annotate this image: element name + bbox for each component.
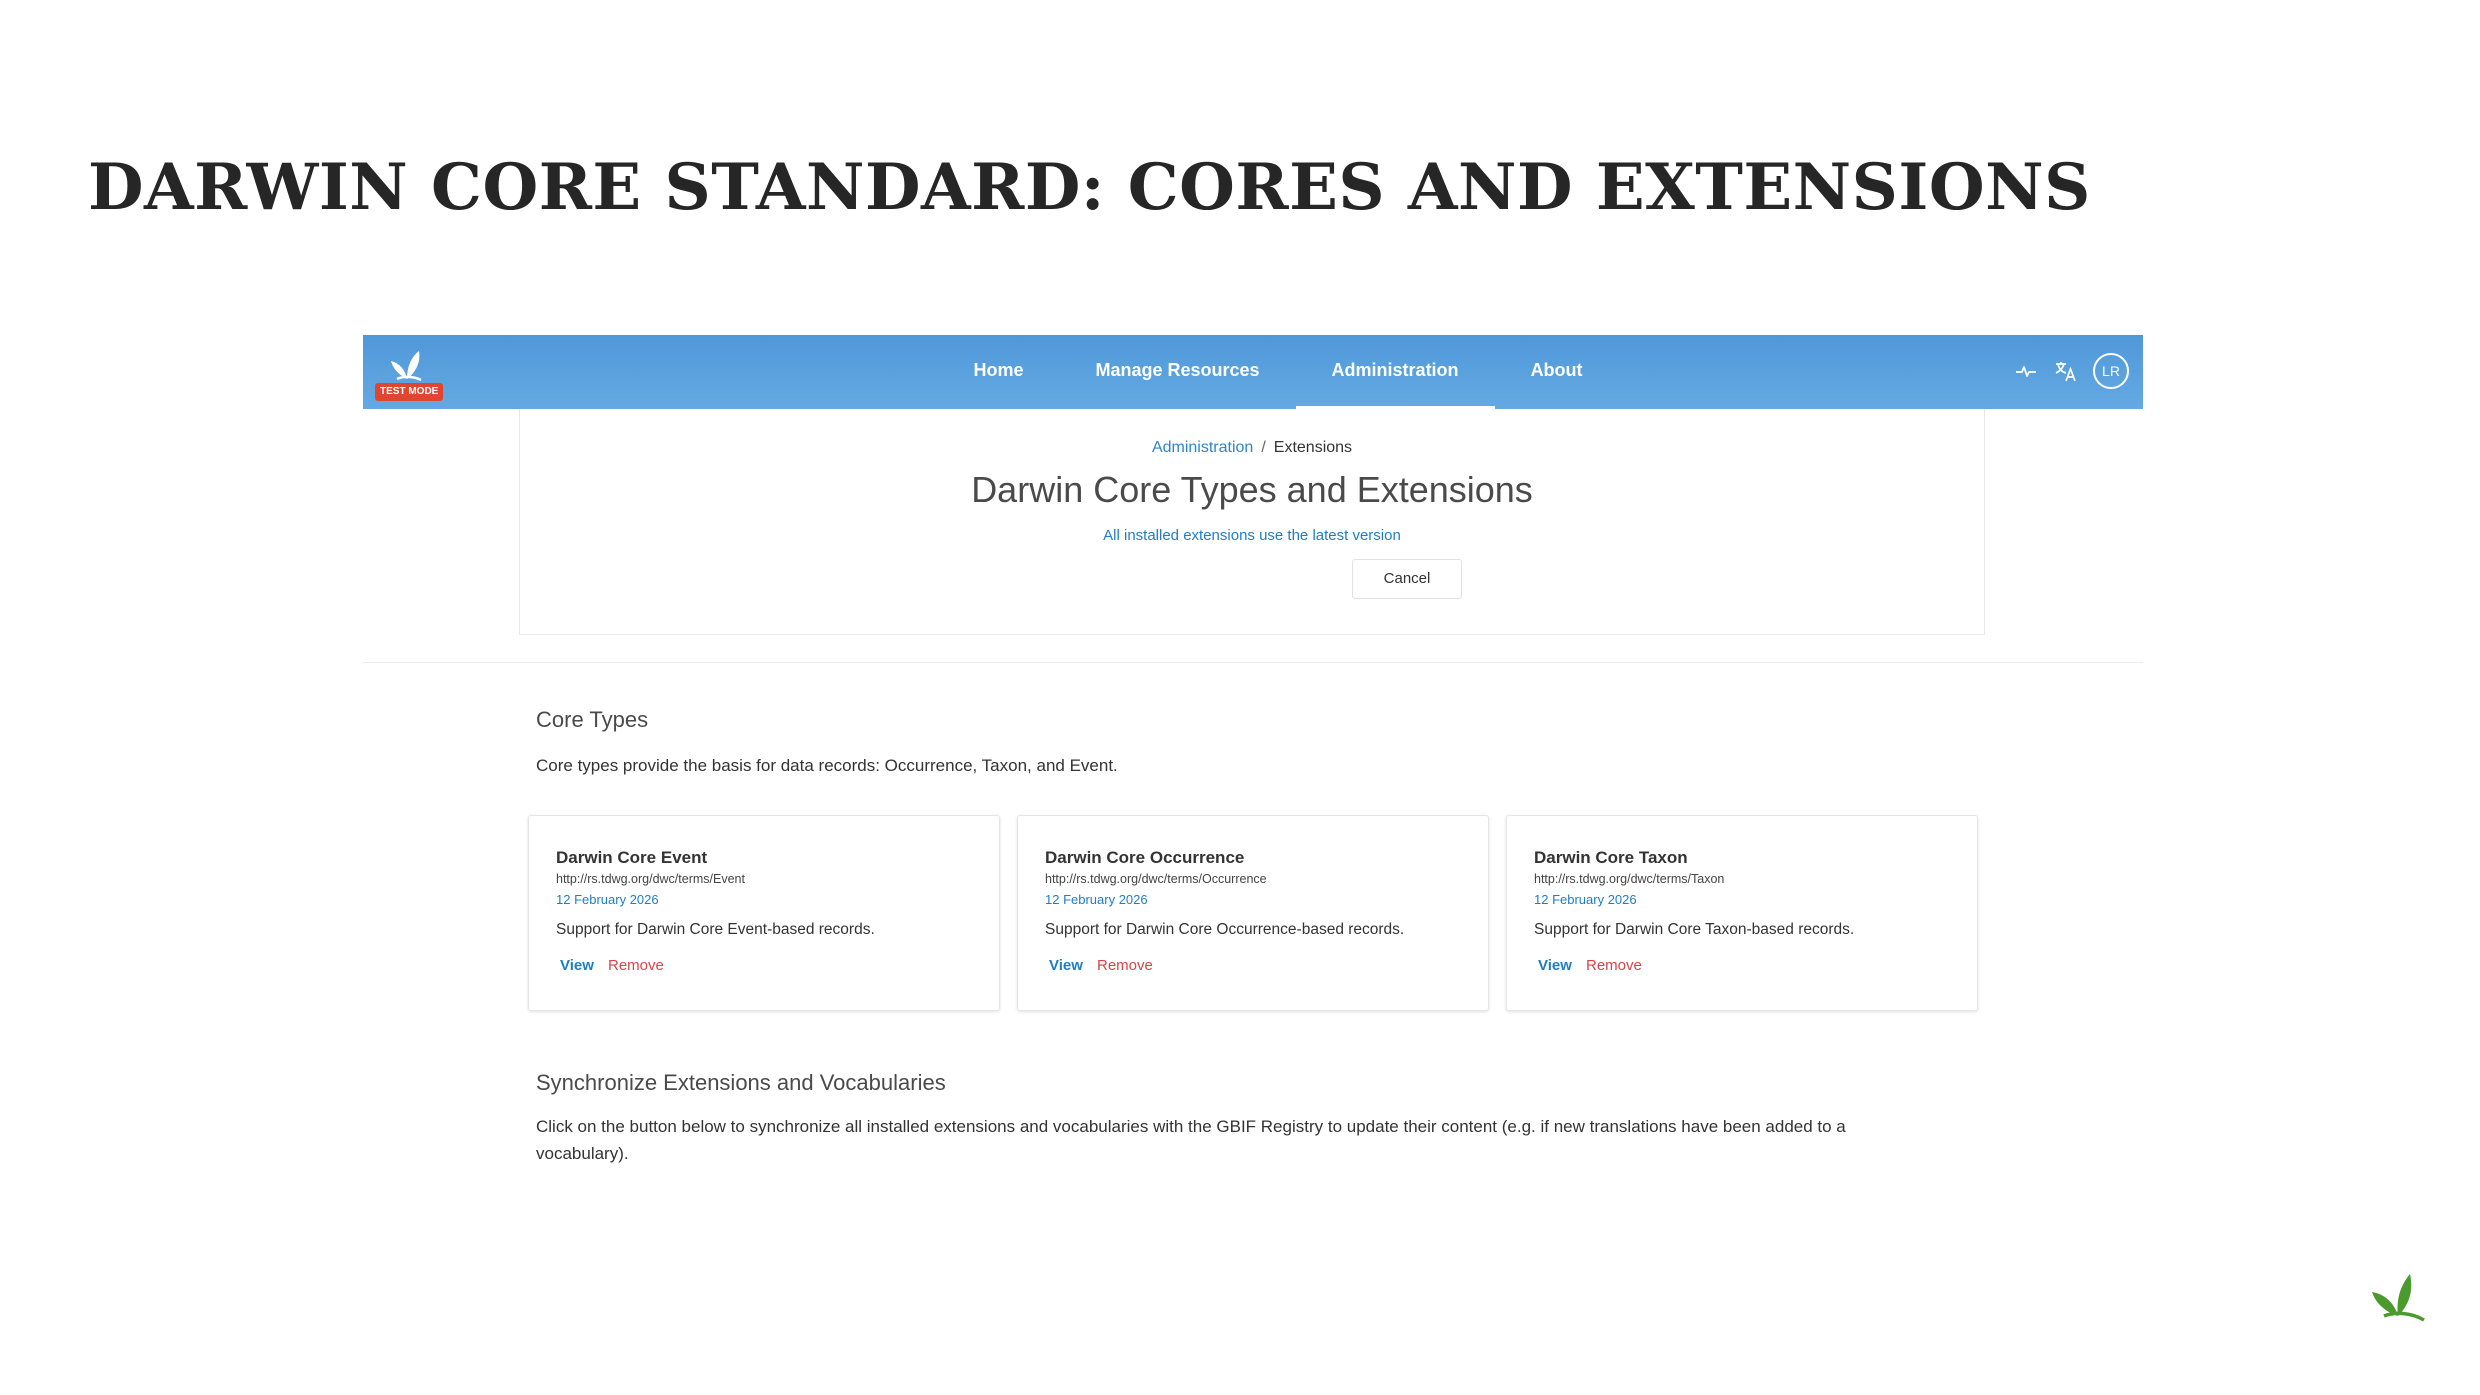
ipt-screenshot: TEST MODE Home Manage Resources Administ… [363, 335, 2143, 1195]
card-title: Darwin Core Event [556, 848, 708, 867]
card-date: 12 February 2026 [1534, 892, 1637, 907]
slide-title: DARWIN CORE STANDARD: CORES AND EXTENSIO… [88, 150, 2091, 225]
view-link[interactable]: View [1538, 957, 1572, 974]
breadcrumb-separator: / [1261, 439, 1266, 456]
sync-description: Click on the button below to synchronize… [536, 1113, 1846, 1167]
core-type-card-event: Darwin Core Event http://rs.tdwg.org/dwc… [528, 815, 1000, 1011]
top-navbar: TEST MODE Home Manage Resources Administ… [363, 335, 2143, 409]
card-title: Darwin Core Occurrence [1045, 848, 1245, 867]
card-url: http://rs.tdwg.org/dwc/terms/Taxon [1534, 872, 1725, 886]
core-type-card-taxon: Darwin Core Taxon http://rs.tdwg.org/dwc… [1506, 815, 1978, 1011]
page-header-card: Administration / Extensions Darwin Core Ty… [519, 409, 1985, 635]
nav-administration[interactable]: Administration [1295, 335, 1495, 409]
core-types-description: Core types provide the basis for data re… [536, 756, 1118, 775]
remove-link[interactable]: Remove [1097, 957, 1153, 974]
card-description: Support for Darwin Core Occurrence-based… [1045, 921, 1405, 938]
card-description: Support for Darwin Core Event-based reco… [556, 921, 875, 938]
card-url: http://rs.tdwg.org/dwc/terms/Event [556, 872, 745, 886]
navbar-icons: LR [2013, 353, 2129, 389]
breadcrumb: Administration / Extensions [520, 439, 1984, 457]
breadcrumb-current: Extensions [1273, 439, 1353, 456]
cancel-button[interactable]: Cancel [1352, 559, 1462, 599]
card-url: http://rs.tdwg.org/dwc/terms/Occurrence [1045, 872, 1267, 886]
nav-about[interactable]: About [1495, 335, 1619, 409]
main-nav: Home Manage Resources Administration Abo… [363, 335, 2143, 409]
card-date: 12 February 2026 [1045, 892, 1148, 907]
page-title: Darwin Core Types and Extensions [971, 469, 1533, 510]
section-divider [363, 662, 2143, 663]
sync-heading: Synchronize Extensions and Vocabularies [536, 1070, 946, 1095]
card-date: 12 February 2026 [556, 892, 659, 907]
gbif-leaf-icon [2372, 1274, 2425, 1322]
nav-home[interactable]: Home [937, 335, 1059, 409]
sync-description-line-1: Click on the button below to synchronize… [536, 1117, 1846, 1136]
remove-link[interactable]: Remove [1586, 957, 1642, 974]
presentation-slide: DARWIN CORE STANDARD: CORES AND EXTENSIO… [0, 0, 2480, 1395]
card-description: Support for Darwin Core Taxon-based reco… [1534, 921, 1855, 938]
health-pulse-icon[interactable] [2013, 358, 2039, 384]
view-link[interactable]: View [1049, 957, 1083, 974]
user-avatar[interactable]: LR [2093, 353, 2129, 389]
core-type-card-occurrence: Darwin Core Occurrence http://rs.tdwg.or… [1017, 815, 1489, 1011]
breadcrumb-administration[interactable]: Administration [1152, 439, 1253, 456]
translate-icon[interactable] [2053, 358, 2079, 384]
nav-manage-resources[interactable]: Manage Resources [1059, 335, 1295, 409]
extensions-status-notice: All installed extensions use the latest … [1103, 527, 1401, 544]
card-title: Darwin Core Taxon [1534, 848, 1688, 867]
core-types-heading: Core Types [536, 707, 649, 732]
sync-description-line-2: vocabulary). [536, 1144, 629, 1163]
view-link[interactable]: View [560, 957, 594, 974]
remove-link[interactable]: Remove [608, 957, 664, 974]
